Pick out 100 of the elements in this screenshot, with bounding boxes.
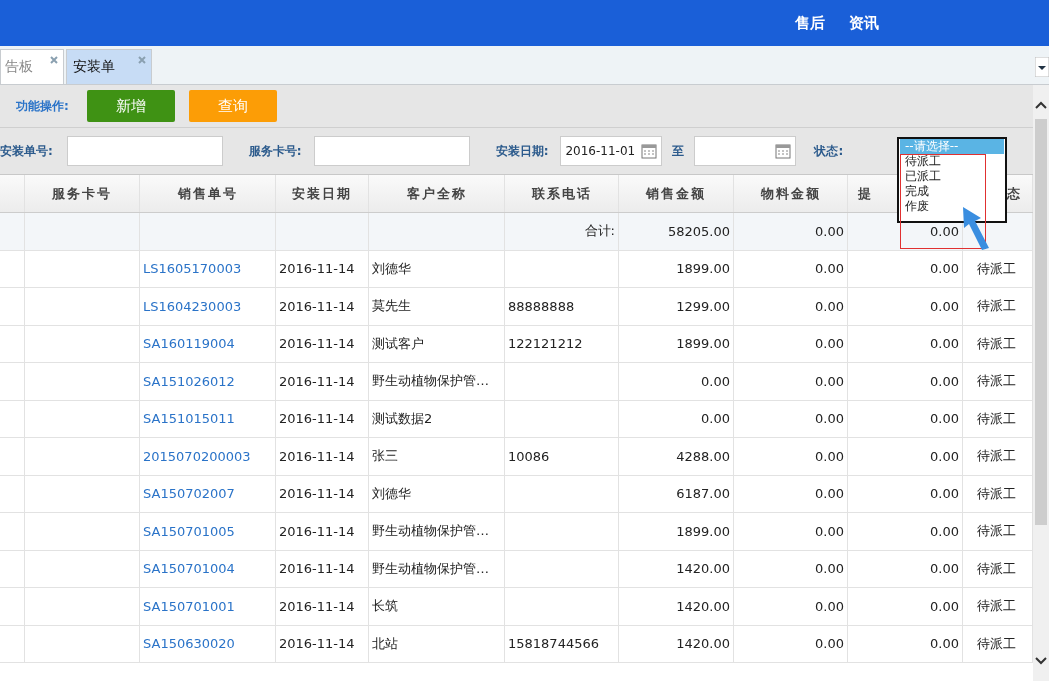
calendar-icon [775,143,792,159]
column-header: 客户全称 [369,175,505,212]
order-link[interactable]: SA150701005 [140,513,276,550]
close-icon[interactable] [50,56,58,64]
toolbar-label: 功能操作: [16,97,69,115]
select-option[interactable]: 待派工 [905,154,941,169]
table-cell: 2016-11-14 [276,250,369,287]
table-cell: 0.00 [848,363,963,400]
select-option[interactable]: 完成 [905,184,929,199]
table-cell: 1299.00 [619,288,734,325]
table-cell: 2016-11-14 [276,400,369,437]
table-cell: 0.00 [848,288,963,325]
order-link[interactable]: SA150702007 [140,475,276,512]
table-cell: 0.00 [734,475,848,512]
order-link[interactable]: SA151026012 [140,363,276,400]
table-cell: 1899.00 [619,250,734,287]
field-label: 服务卡号: [248,142,302,160]
column-header: 安装日期 [276,175,369,212]
tab[interactable]: 安装单 [66,49,152,84]
order-link[interactable]: LS1605170003 [140,250,276,287]
table-cell: 0.00 [734,250,848,287]
table-cell: 6187.00 [619,475,734,512]
table-cell: 1899.00 [619,513,734,550]
table-cell: 2016-11-14 [276,325,369,362]
dropdown-icon[interactable] [1035,57,1049,77]
date-field[interactable] [694,136,797,166]
table-cell: 122121212 [505,325,619,362]
table-cell: 0.00 [734,325,848,362]
table-cell: 2016-11-14 [276,550,369,587]
order-link[interactable]: SA150630020 [140,625,276,662]
table-cell: 0.00 [734,400,848,437]
table-cell: 2016-11-14 [276,588,369,625]
table-cell: 野生动植物保护管… [369,550,505,587]
field-label: 状态: [814,142,844,160]
table-cell: 测试客户 [369,325,505,362]
total-label: 合计: [505,213,619,250]
table-cell: 刘德华 [369,250,505,287]
column-header: 销售单号 [140,175,276,212]
field-label: 安装日期: [495,142,549,160]
table-cell: 0.00 [734,438,848,475]
table-cell: 0.00 [619,400,734,437]
date-separator: 至 [672,142,685,160]
column-header: 物料金额 [734,175,848,212]
table-cell: 0.00 [734,513,848,550]
table-cell: 0.00 [848,400,963,437]
column-header: 服务卡号 [25,175,140,212]
table-cell: 2016-11-14 [276,288,369,325]
table-cell: 刘德华 [369,475,505,512]
order-link[interactable]: LS1604230003 [140,288,276,325]
table-cell: 1420.00 [619,550,734,587]
table-cell: 0.00 [848,513,963,550]
table-cell: 0.00 [734,363,848,400]
table-cell: 0.00 [848,475,963,512]
table-cell: 0.00 [848,438,963,475]
date-field[interactable]: 2016-11-01 [560,136,663,166]
select-option[interactable]: 作废 [905,199,929,214]
scrollbar[interactable] [1033,85,1049,681]
arrow-annotation [961,206,991,250]
table-cell: 0.00 [848,325,963,362]
table-cell: 张三 [369,438,505,475]
table-cell: 0.00 [734,625,848,662]
table-cell: 野生动植物保护管… [369,513,505,550]
nav-item[interactable]: 资讯 [849,13,879,33]
field-label: 安装单号: [0,142,53,160]
table-cell: 0.00 [734,213,848,250]
table-cell: 0.00 [848,550,963,587]
order-link[interactable]: SA150701001 [140,588,276,625]
table-cell: 北站 [369,625,505,662]
table-cell: 2016-11-14 [276,513,369,550]
table-cell: 88888888 [505,288,619,325]
nav-item[interactable]: 售后 [795,13,825,33]
table-cell: 0.00 [734,588,848,625]
table-cell: 1420.00 [619,625,734,662]
order-link[interactable]: SA160119004 [140,325,276,362]
action-button[interactable]: 新增 [86,90,175,122]
scroll-down-icon[interactable] [1034,655,1048,667]
status-select[interactable]: --请选择-- 待派工 已派工 完成 作废 [897,137,1007,223]
table-cell: 1899.00 [619,325,734,362]
table-cell: 0.00 [848,625,963,662]
input-field[interactable] [66,136,223,166]
close-icon[interactable] [138,56,146,64]
scroll-up-icon[interactable] [1034,99,1048,111]
tab[interactable]: 告板 [0,49,64,84]
table-cell: 2016-11-14 [276,475,369,512]
order-link[interactable]: 2015070200003 [140,438,276,475]
table-cell: 0.00 [848,250,963,287]
table-cell: 2016-11-14 [276,625,369,662]
table-cell: 测试数据2 [369,400,505,437]
input-field[interactable] [313,136,470,166]
column-header: 联系电话 [505,175,619,212]
column-header: 销售金额 [619,175,734,212]
table-cell: 10086 [505,438,619,475]
table-cell: 长筑 [369,588,505,625]
calendar-icon [641,143,658,159]
table-cell: 0.00 [734,288,848,325]
table-cell: 0.00 [619,363,734,400]
order-link[interactable]: SA150701004 [140,550,276,587]
order-link[interactable]: SA151015011 [140,400,276,437]
table-cell: 莫先生 [369,288,505,325]
table-cell: 58205.00 [619,213,734,250]
